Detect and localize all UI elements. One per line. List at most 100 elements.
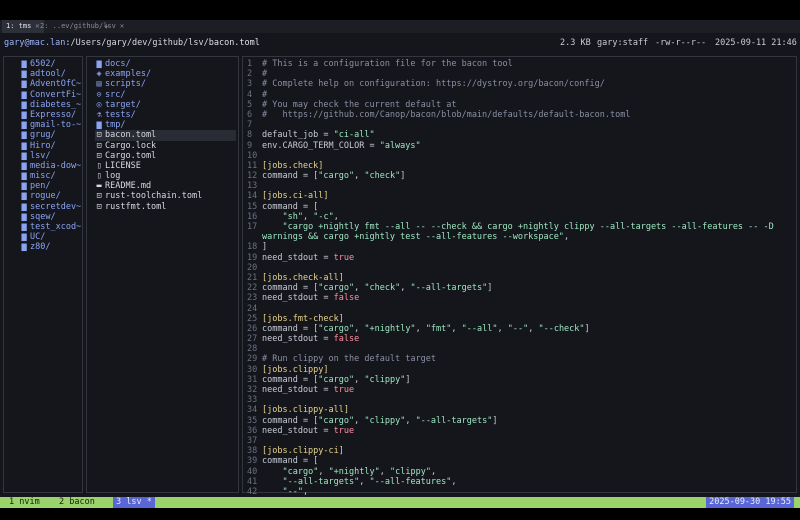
code-token: "sh" — [282, 211, 303, 222]
parent-dir-item[interactable]: ▆ media-dow~ — [20, 161, 81, 171]
directory-item[interactable]: ▤ scripts/ — [95, 79, 236, 89]
file-preview-pane[interactable]: 1 # This is a configuration file for the … — [242, 56, 797, 507]
parent-dir-item[interactable]: ▆ z80/ — [20, 242, 81, 252]
code-token: , — [400, 283, 411, 294]
code-token: # https://github.com/Canop/bacon/blob/ma… — [262, 109, 631, 120]
parent-dir-item[interactable]: ▆ grug/ — [20, 130, 81, 140]
code-token: command = [ — [262, 283, 319, 294]
toml-file-icon: ⊡ — [96, 191, 102, 202]
close-icon[interactable]: ✕ — [120, 22, 124, 30]
line-number: 21 — [247, 272, 258, 283]
folder-icon: ▆ — [21, 140, 27, 151]
file-modified: 2025-09-11 21:46 — [715, 38, 797, 48]
folder-icon: ▆ — [21, 222, 27, 232]
parent-directory-pane[interactable]: ▆ 6502/▆ adtool/▆ AdventOfC~ ▆ ConvertFi~ ▆ dia… — [3, 56, 83, 493]
folder-icon: ▆ — [21, 69, 27, 80]
directory-item[interactable]: ⊙ src/ — [95, 90, 236, 100]
directory-item[interactable]: ◈ examples/ — [95, 69, 236, 79]
code-line: 12 command = ["cargo", "check"] — [247, 171, 794, 181]
code-token: , — [415, 323, 426, 334]
parent-dir-item[interactable]: ▆ misc/ — [20, 171, 81, 181]
parent-dir-item[interactable]: ▆ sqew/ — [20, 212, 81, 222]
parent-dir-label: Expresso/ — [30, 109, 77, 120]
code-token: need_stdout = — [262, 334, 334, 345]
line-number: 37 — [247, 435, 258, 446]
parent-dir-label: grug/ — [30, 130, 56, 141]
parent-dir-item[interactable]: ▆ gmail-to-~ — [20, 120, 81, 130]
parent-dir-item[interactable]: ▆ test_xcod~ — [20, 222, 81, 232]
line-number: 29 — [247, 354, 258, 365]
parent-dir-item[interactable]: ▆ rogue/ — [20, 191, 81, 201]
line-number: 5 — [247, 99, 253, 110]
parent-dir-item[interactable]: ▆ AdventOfC~ — [20, 79, 81, 89]
file-item[interactable]: ▯ LICENSE — [95, 161, 236, 171]
parent-dir-item[interactable]: ▆ pen/ — [20, 181, 81, 191]
directory-item[interactable]: ◎ target/ — [95, 100, 236, 110]
code-line: 42 "--", — [247, 487, 794, 497]
target-folder-icon: ◎ — [96, 99, 102, 110]
parent-dir-item[interactable]: ▆ UC/ — [20, 232, 81, 242]
entry-label: target/ — [105, 99, 141, 110]
file-icon: ▯ — [96, 160, 102, 171]
code-line: 38 [jobs.clippy-ci] — [247, 446, 794, 456]
code-token: "--all-features" — [369, 476, 452, 487]
parent-dir-label: ConvertFi~ — [30, 89, 82, 100]
file-item[interactable]: ▯ log — [95, 171, 236, 181]
parent-dir-item[interactable]: ▆ 6502/ — [20, 59, 81, 69]
new-tab-button[interactable]: + — [104, 20, 109, 33]
code-token: [jobs.ci-all] — [262, 191, 329, 202]
code-token: ] — [405, 374, 411, 385]
parent-dir-item[interactable]: ▆ adtool/ — [20, 69, 81, 79]
file-item[interactable]: ⊡ Cargo.lock — [95, 141, 236, 151]
code-token: "--" — [282, 486, 303, 497]
file-item[interactable]: ⊡ rust-toolchain.toml — [95, 191, 236, 201]
line-number: 40 — [247, 466, 258, 477]
code-line: 7 — [247, 120, 794, 130]
directory-path: /Users/gary/dev/github/lsv/ — [70, 38, 209, 48]
parent-dir-item[interactable]: ▆ secretdev~ — [20, 202, 81, 212]
code-token: "--" — [507, 323, 529, 334]
window-bacon[interactable]: 2 bacon — [56, 497, 98, 508]
line-number: 13 — [247, 181, 258, 192]
line-number: 24 — [247, 303, 258, 314]
code-token: [jobs.check] — [262, 160, 324, 171]
folder-icon: ▆ — [21, 242, 27, 253]
window-nvim[interactable]: 1 nvim — [6, 497, 43, 508]
entry-label: tmp/ — [105, 120, 126, 131]
window-lsv[interactable]: 3 lsv * — [113, 497, 155, 508]
parent-dir-item[interactable]: ▆ lsv/ — [20, 151, 81, 161]
parent-dir-item[interactable]: ▆ Hiro/ — [20, 141, 81, 151]
parent-dir-item[interactable]: ▆ diabetes_~ — [20, 100, 81, 110]
parent-dir-label: misc/ — [30, 171, 56, 182]
code-line: 11 [jobs.check] — [247, 161, 794, 171]
code-token: "fmt" — [425, 323, 452, 334]
folder-icon: ▆ — [21, 181, 27, 192]
line-number: 8 — [247, 130, 253, 141]
entry-label: rust-toolchain.toml — [105, 191, 203, 202]
current-directory-pane[interactable]: ▆ docs/◈ examples/▤ scripts/⊙ src/◎ target/⚗ t… — [86, 56, 239, 493]
file-item[interactable]: ⊡ bacon.toml — [95, 130, 236, 141]
file-item[interactable]: ▬ README.md — [95, 181, 236, 191]
parent-dir-item[interactable]: ▆ Expresso/ — [20, 110, 81, 120]
tab-lsv[interactable]: 2: ..ev/github/lsv ✕ — [36, 20, 128, 33]
directory-item[interactable]: ▆ tmp/ — [95, 120, 236, 130]
file-item[interactable]: ⊡ Cargo.toml — [95, 151, 236, 161]
directory-item[interactable]: ▆ docs/ — [95, 59, 236, 69]
folder-icon: ▆ — [21, 79, 27, 90]
directory-item[interactable]: ⚗ tests/ — [95, 110, 236, 120]
code-line: 35 command = ["cargo", "clippy", "--all-t… — [247, 416, 794, 426]
code-token: command = [ — [262, 415, 319, 426]
code-token: "cargo" — [318, 171, 355, 182]
code-token: "always" — [379, 140, 421, 151]
file-item[interactable]: ⊡ rustfmt.toml — [95, 202, 236, 212]
current-list: ▆ docs/◈ examples/▤ scripts/⊙ src/◎ target/⚗ t… — [95, 59, 236, 212]
code-token: need_stdout = — [262, 293, 334, 304]
code-token: need_stdout = — [262, 252, 334, 263]
code-token: command = [ — [262, 456, 319, 467]
parent-dir-item[interactable]: ▆ ConvertFi~ — [20, 90, 81, 100]
code-line: 28 — [247, 344, 794, 354]
examples-folder-icon: ◈ — [96, 69, 102, 80]
